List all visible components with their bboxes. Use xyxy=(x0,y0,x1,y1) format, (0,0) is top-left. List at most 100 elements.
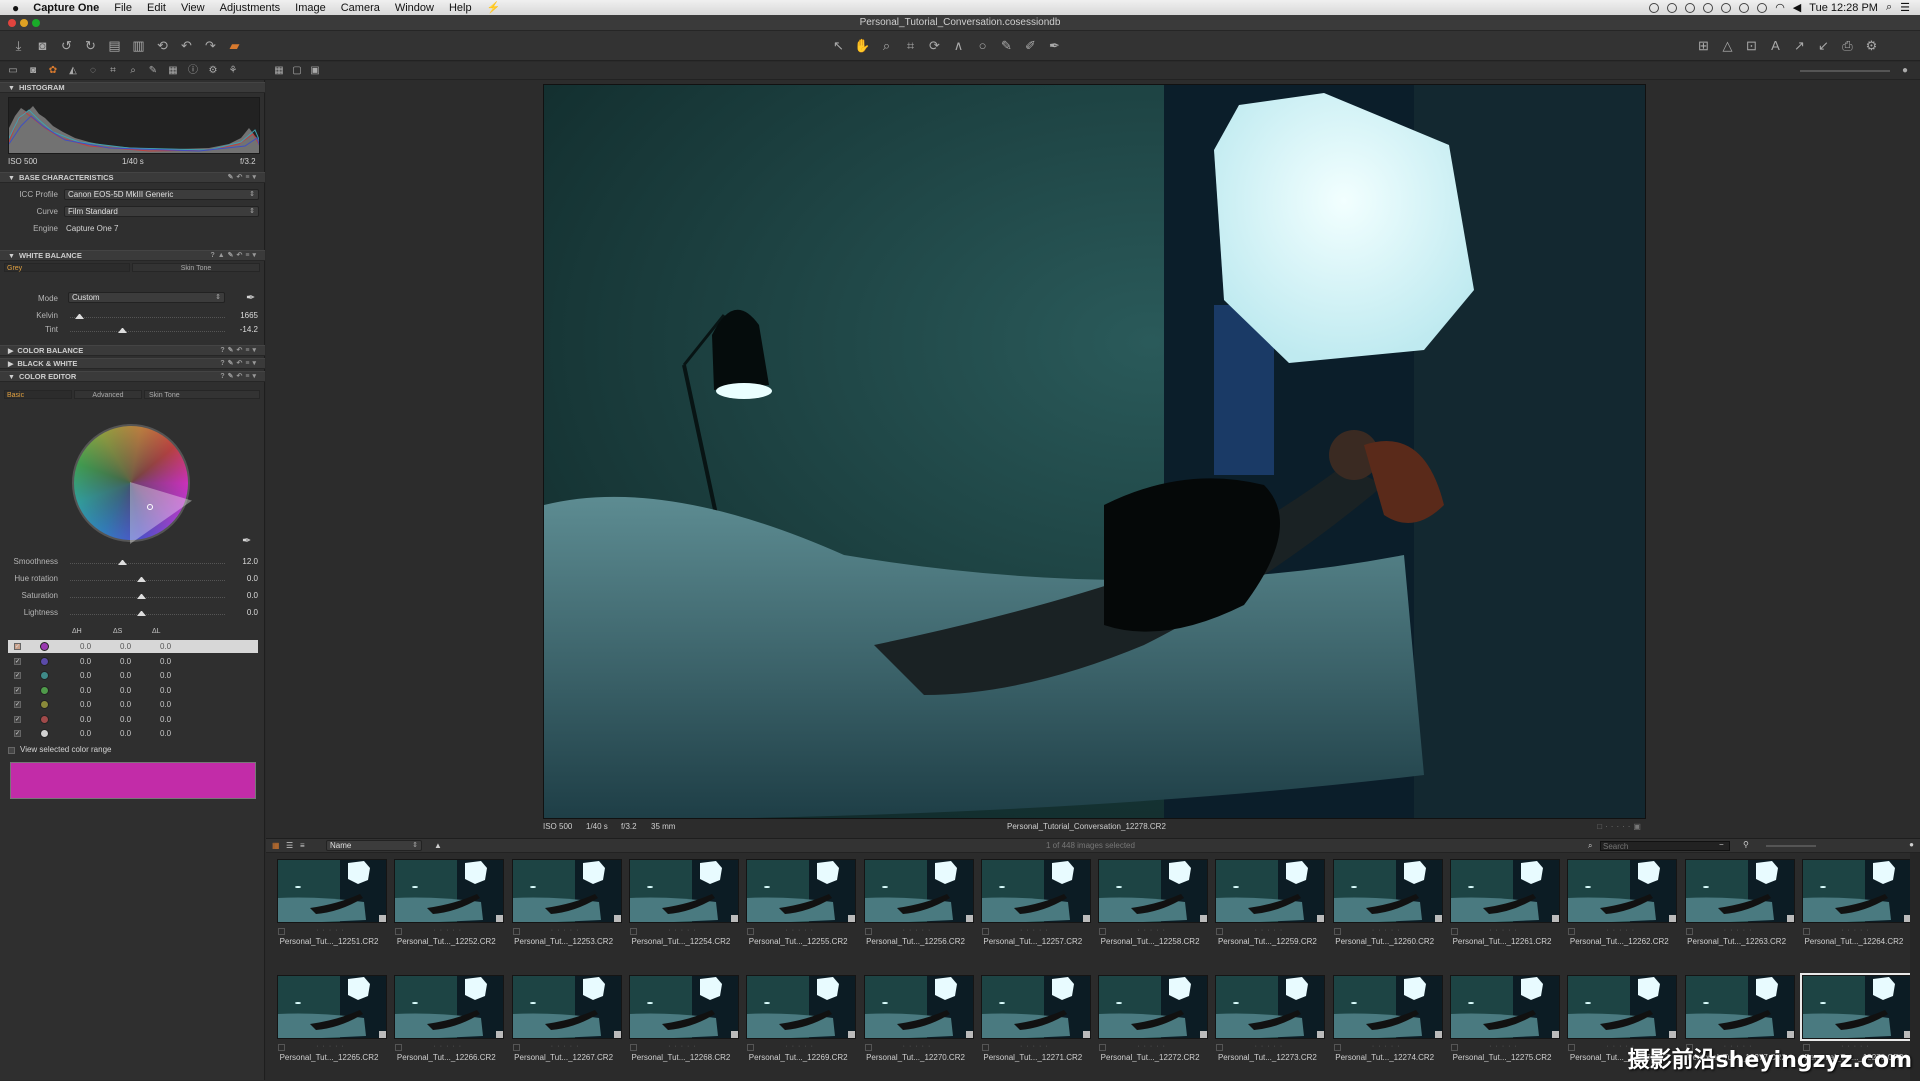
new-variant-icon[interactable]: ▤ xyxy=(106,37,123,54)
thumbnail-select-checkbox[interactable] xyxy=(747,928,754,935)
composition-tab-icon[interactable]: ⌗ xyxy=(106,64,120,78)
thumbnail-view-icon[interactable]: ▦ xyxy=(272,841,280,850)
menu-help[interactable]: Help xyxy=(449,2,472,14)
thumbnail-image[interactable] xyxy=(277,859,387,923)
row-enable-checkbox[interactable]: ✓ xyxy=(14,730,21,737)
picker-tool-icon[interactable]: ✐ xyxy=(1022,37,1039,54)
sort-by-select[interactable]: Name⇕ xyxy=(326,840,422,851)
thumbnail-select-checkbox[interactable] xyxy=(1803,928,1810,935)
thumbnail-select-checkbox[interactable] xyxy=(1099,1044,1106,1051)
library-tab-icon[interactable]: ▭ xyxy=(6,64,20,78)
thumbnail-select-checkbox[interactable] xyxy=(747,1044,754,1051)
volume-icon[interactable]: ◀ xyxy=(1793,1,1801,14)
hue-rotation-slider[interactable] xyxy=(70,580,225,582)
sort-direction-icon[interactable]: ▲ xyxy=(434,841,442,850)
thumbnail-size-slider[interactable] xyxy=(1766,845,1816,847)
batch-tab-icon[interactable]: ⚘ xyxy=(226,64,240,78)
thumbnail-rating-stars[interactable]: ····· xyxy=(1564,927,1680,934)
kelvin-value[interactable]: 1665 xyxy=(228,311,258,320)
zoom-window-icon[interactable] xyxy=(32,19,40,27)
color-correction-row[interactable]: ✓0.00.00.0 xyxy=(8,684,258,697)
settings-gear-icon[interactable]: ⚙ xyxy=(1863,37,1880,54)
status-icon[interactable] xyxy=(1649,3,1659,13)
menu-app[interactable]: Capture One xyxy=(33,2,99,14)
wifi-icon[interactable]: ◠ xyxy=(1775,1,1785,14)
smoothness-value[interactable]: 12.0 xyxy=(228,557,258,566)
thumbnail-rating-stars[interactable]: ····· xyxy=(861,927,977,934)
filter-icon[interactable]: ⚲ xyxy=(1743,840,1749,849)
thumbnail-select-checkbox[interactable] xyxy=(865,928,872,935)
thumbnail-rating-stars[interactable]: ····· xyxy=(1212,927,1328,934)
color-wheel[interactable] xyxy=(72,424,190,542)
copy-adjustments-icon[interactable]: ↗ xyxy=(1791,37,1808,54)
thumbnail-rating-stars[interactable]: ····· xyxy=(1212,1043,1328,1050)
lens-tab-icon[interactable]: ◌ xyxy=(86,64,100,78)
thumbnail-image[interactable] xyxy=(629,859,739,923)
thumbnail-select-checkbox[interactable] xyxy=(1099,928,1106,935)
viewer-rating-stars[interactable]: □·····▣ xyxy=(1597,822,1644,831)
thumbnail-select-checkbox[interactable] xyxy=(513,1044,520,1051)
clear-search-icon[interactable]: − xyxy=(1719,840,1724,849)
slider-knob[interactable] xyxy=(75,314,84,319)
thumbnail-image[interactable] xyxy=(394,859,504,923)
thumbnail-rating-stars[interactable]: ····· xyxy=(743,1043,859,1050)
crop-tool-icon[interactable]: ⌗ xyxy=(902,37,919,54)
thumbnail-image[interactable] xyxy=(1450,859,1560,923)
thumbnail-image[interactable] xyxy=(1802,975,1912,1039)
apple-icon[interactable]: ● xyxy=(12,1,19,15)
saturation-slider[interactable] xyxy=(70,597,225,599)
slider-knob[interactable] xyxy=(118,560,127,565)
color-correction-row[interactable]: ✓0.00.00.0 xyxy=(8,640,258,653)
thumbnail-rating-stars[interactable]: ····· xyxy=(626,1043,742,1050)
grid-layout-icon[interactable]: ▦ xyxy=(272,64,286,78)
thumbnail-image[interactable] xyxy=(981,859,1091,923)
details-tab-icon[interactable]: ⌕ xyxy=(126,64,140,78)
menubar-clock[interactable]: Tue 12:28 PM xyxy=(1809,2,1878,14)
thumbnail-rating-stars[interactable]: ····· xyxy=(978,927,1094,934)
menu-image[interactable]: Image xyxy=(295,2,326,14)
color-correction-row[interactable]: ✓0.00.00.0 xyxy=(8,713,258,726)
color-editor-header[interactable]: ▼COLOR EDITOR ?✎↶≡▾ xyxy=(0,371,265,382)
thumbnail-select-checkbox[interactable] xyxy=(395,1044,402,1051)
color-correction-row[interactable]: ✓0.00.00.0 xyxy=(8,655,258,668)
grid-overlay-icon[interactable]: ⊡ xyxy=(1743,37,1760,54)
thumbnail-rating-stars[interactable]: ····· xyxy=(1799,927,1915,934)
black-white-header[interactable]: ▶BLACK & WHITE ?✎↶≡▾ xyxy=(0,358,265,369)
tab-basic[interactable]: Basic xyxy=(4,390,72,399)
thumbnail-image[interactable] xyxy=(1567,859,1677,923)
row-enable-checkbox[interactable]: ✓ xyxy=(14,701,21,708)
thumbnail-image[interactable] xyxy=(1215,859,1325,923)
thumbnail-image[interactable] xyxy=(864,859,974,923)
rotate-right-icon[interactable]: ↻ xyxy=(82,37,99,54)
close-window-icon[interactable] xyxy=(8,19,16,27)
section-controls-icon[interactable]: ?✎↶≡▾ xyxy=(220,372,259,382)
thumbnail-select-checkbox[interactable] xyxy=(513,928,520,935)
kelvin-slider[interactable] xyxy=(70,317,225,319)
thumbnail-rating-stars[interactable]: ····· xyxy=(1095,1043,1211,1050)
thumbnail-select-checkbox[interactable] xyxy=(278,928,285,935)
keystone-tool-icon[interactable]: ∧ xyxy=(950,37,967,54)
undo-icon[interactable]: ↶ xyxy=(178,37,195,54)
redo-icon[interactable]: ↷ xyxy=(202,37,219,54)
thumbnail-rating-stars[interactable]: ····· xyxy=(509,1043,625,1050)
row-enable-checkbox[interactable]: ✓ xyxy=(14,658,21,665)
wb-picker-icon[interactable]: ✒ xyxy=(246,291,255,304)
single-layout-icon[interactable]: ▢ xyxy=(290,64,304,78)
section-controls-icon[interactable]: ?✎↶≡▾ xyxy=(220,359,259,369)
thumbnail-rating-stars[interactable]: ····· xyxy=(391,927,507,934)
thumbnail-image[interactable] xyxy=(1685,859,1795,923)
pan-tool-icon[interactable]: ✋ xyxy=(854,37,871,54)
section-controls-icon[interactable]: ✎↶≡▾ xyxy=(228,173,259,183)
thumbnail-rating-stars[interactable]: ····· xyxy=(743,927,859,934)
zoom-tool-icon[interactable]: ⌕ xyxy=(878,37,895,54)
local-adjust-tab-icon[interactable]: ✎ xyxy=(146,64,160,78)
thumbnail-image[interactable] xyxy=(1215,975,1325,1039)
reset-icon[interactable]: ⟲ xyxy=(154,37,171,54)
curve-select[interactable]: Film Standard⇕ xyxy=(64,206,259,217)
thumbnail-rating-stars[interactable]: ····· xyxy=(1095,927,1211,934)
process-icon[interactable]: ▰ xyxy=(226,37,243,54)
thumbnail-rating-stars[interactable]: ····· xyxy=(1330,1043,1446,1050)
view-selected-checkbox[interactable] xyxy=(8,747,15,754)
list-view-icon[interactable]: ☰ xyxy=(286,841,293,850)
menu-camera[interactable]: Camera xyxy=(341,2,380,14)
